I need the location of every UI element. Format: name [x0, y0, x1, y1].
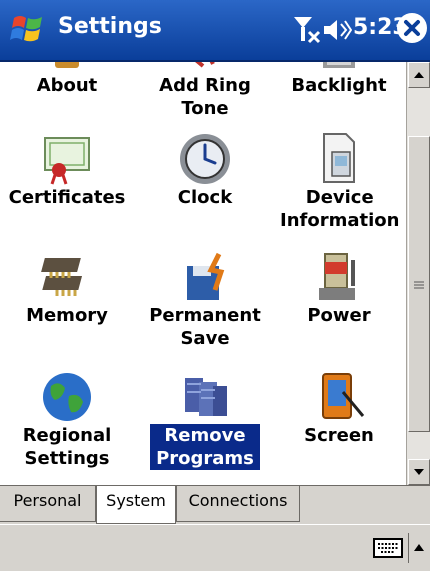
- close-icon: [404, 20, 420, 36]
- item-label: Permanent Save: [149, 305, 261, 349]
- grip-icon: [414, 281, 424, 289]
- close-button[interactable]: [397, 13, 427, 43]
- volume-icon[interactable]: [322, 16, 352, 44]
- scroll-down-button[interactable]: [408, 459, 430, 485]
- device-info-icon: [323, 133, 355, 183]
- settings-item-regional-settings[interactable]: Regional Settings: [2, 370, 132, 470]
- screen-icon: [322, 373, 365, 419]
- clock-icon: [180, 134, 230, 184]
- scroll-thumb[interactable]: [408, 136, 430, 432]
- settings-item-about[interactable]: About: [2, 62, 132, 97]
- settings-item-add-ring-tone[interactable]: Add Ring Tone: [140, 62, 270, 120]
- no-signal-icon[interactable]: [292, 14, 322, 44]
- settings-item-clock[interactable]: Clock: [140, 132, 270, 209]
- remove-programs-icon: [185, 378, 227, 416]
- settings-item-permanent-save[interactable]: Permanent Save: [140, 250, 270, 350]
- settings-item-remove-programs[interactable]: Remove Programs: [140, 370, 270, 470]
- windows-start-icon[interactable]: [8, 12, 48, 48]
- app-title: Settings: [58, 14, 162, 39]
- settings-item-screen[interactable]: Screen: [274, 370, 404, 447]
- scroll-up-button[interactable]: [408, 62, 430, 88]
- backlight-icon: [323, 62, 355, 68]
- permanent-save-icon: [187, 252, 225, 300]
- tab-connections[interactable]: Connections: [176, 486, 300, 522]
- power-icon: [319, 253, 355, 300]
- item-label: Power: [307, 305, 371, 326]
- settings-item-device-information[interactable]: Device Information: [274, 132, 404, 232]
- about-icon: [55, 62, 79, 68]
- item-label: About: [36, 75, 98, 96]
- input-panel-toggle[interactable]: [408, 533, 429, 563]
- tab-strip: Personal System Connections: [0, 485, 430, 524]
- tab-system[interactable]: System: [96, 486, 176, 524]
- item-label: Clock: [177, 187, 233, 208]
- item-label: Backlight: [291, 75, 387, 96]
- item-label: Certificates: [8, 187, 126, 208]
- item-label: Device Information: [280, 187, 400, 231]
- settings-item-certificates[interactable]: Certificates: [2, 132, 132, 209]
- arrow-up-icon: [414, 72, 424, 78]
- item-label: Add Ring Tone: [159, 75, 251, 119]
- settings-item-backlight[interactable]: Backlight: [274, 62, 404, 97]
- keyboard-icon[interactable]: [373, 538, 403, 558]
- item-label: Remove Programs: [150, 424, 260, 470]
- memory-icon: [41, 258, 83, 296]
- arrow-down-icon: [414, 469, 424, 475]
- item-label: Screen: [304, 425, 374, 446]
- tab-personal[interactable]: Personal: [0, 486, 96, 522]
- item-label: Memory: [26, 305, 108, 326]
- settings-icon-grid: About Add Ring Tone Backlight Certificate…: [0, 62, 406, 485]
- item-label: Regional Settings: [22, 425, 112, 469]
- globe-icon: [43, 373, 91, 421]
- settings-item-memory[interactable]: Memory: [2, 250, 132, 327]
- arrow-up-icon: [414, 544, 424, 551]
- settings-item-power[interactable]: Power: [274, 250, 404, 327]
- menu-bar: [0, 524, 430, 571]
- title-bar: Settings 5:23: [0, 0, 430, 62]
- vertical-scrollbar[interactable]: [406, 62, 430, 485]
- certificate-icon: [44, 137, 90, 185]
- ring-tone-icon: [195, 62, 215, 68]
